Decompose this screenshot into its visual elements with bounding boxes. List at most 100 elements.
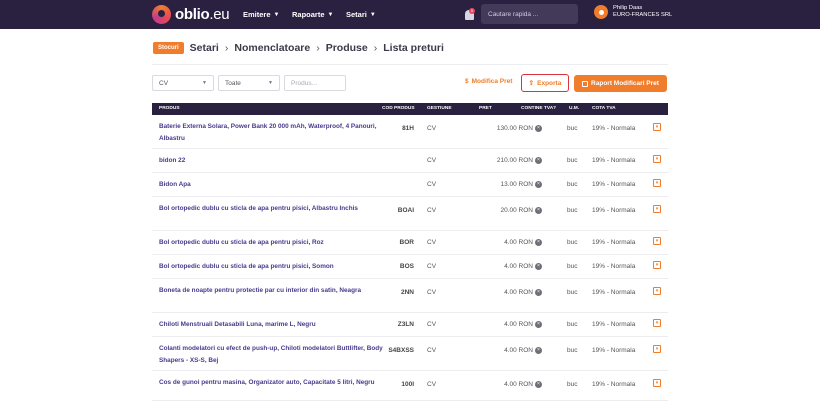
- table-body: Baterie Externa Solara, Power Bank 20 00…: [152, 115, 668, 401]
- edit-price-button[interactable]: ▾: [653, 155, 661, 163]
- edit-price-button[interactable]: ▾: [653, 237, 661, 245]
- chevron-down-icon: ▼: [202, 80, 207, 86]
- vat-excluded-icon: ×: [535, 181, 542, 188]
- table-row[interactable]: Bidon Apa CV 13.00 RON × buc 19% - Normala ▾: [152, 173, 668, 197]
- edit-icon: ▾: [655, 206, 659, 212]
- product-name-link[interactable]: bidon 22: [159, 155, 385, 167]
- edit-price-button[interactable]: ▾: [653, 123, 661, 131]
- product-um: buc: [567, 263, 578, 270]
- user-menu[interactable]: Philip Daas EURO-FRANCES SRL: [594, 5, 672, 19]
- avatar: [594, 5, 608, 19]
- notification-badge: 0: [469, 8, 475, 14]
- edit-price-button[interactable]: ▾: [653, 287, 661, 295]
- product-price: 4.00 RON: [504, 289, 533, 296]
- product-gestiune: CV: [427, 157, 437, 164]
- product-code: BOAI: [397, 207, 414, 214]
- table-row[interactable]: Boneta de noapte pentru protectie par cu…: [152, 279, 668, 313]
- chevron-down-icon: ▼: [327, 11, 334, 18]
- product-um: buc: [567, 125, 578, 132]
- table-row[interactable]: bidon 22 CV 210.00 RON × buc 19% - Normala ▾: [152, 149, 668, 173]
- table-row[interactable]: Bol ortopedic dublu cu sticla de apa pen…: [152, 197, 668, 231]
- table-row[interactable]: Baterie Externa Solara, Power Bank 20 00…: [152, 115, 668, 149]
- divider: [152, 64, 668, 65]
- header-gestiune[interactable]: GESTIUNE: [427, 106, 452, 111]
- table-row[interactable]: Chiloti Menstruali Detasabili Luna, mari…: [152, 313, 668, 337]
- product-name-link[interactable]: Chiloti Menstruali Detasabili Luna, mari…: [159, 319, 385, 331]
- edit-price-button[interactable]: ▾: [653, 179, 661, 187]
- modify-price-button[interactable]: $ Modifica Pret: [465, 78, 512, 85]
- header-price[interactable]: PRET: [479, 106, 492, 111]
- product-gestiune: CV: [427, 263, 437, 270]
- product-name-link[interactable]: Bidon Apa: [159, 179, 385, 191]
- price-change-report-button[interactable]: Raport Modificari Pret: [574, 75, 667, 92]
- product-name-link[interactable]: Cos de gunoi pentru masina, Organizator …: [159, 377, 385, 389]
- table-row[interactable]: Bol ortopedic dublu cu sticla de apa pen…: [152, 255, 668, 279]
- edit-icon: ▾: [655, 288, 659, 294]
- user-company: EURO-FRANCES SRL: [613, 12, 673, 18]
- table-row[interactable]: Colanti modelatori cu efect de push-up, …: [152, 337, 668, 371]
- product-code: 2NN: [400, 289, 414, 296]
- breadcrumb-item-nomenclatoare[interactable]: Nomenclatoare: [234, 42, 310, 54]
- product-name-link[interactable]: Colanti modelatori cu efect de push-up, …: [159, 343, 385, 367]
- header-contains-vat[interactable]: CONTINE TVA?: [521, 106, 556, 111]
- product-name-link[interactable]: Bol ortopedic dublu cu sticla de apa pen…: [159, 203, 385, 215]
- gestiune-select[interactable]: CV ▼: [152, 75, 214, 91]
- product-code: Z3LN: [397, 321, 414, 328]
- nav-item-setari[interactable]: Setari ▼: [346, 0, 376, 29]
- edit-price-button[interactable]: ▾: [653, 345, 661, 353]
- logo-text: oblio.eu: [175, 6, 230, 23]
- user-export-icon: ⇪: [528, 80, 535, 87]
- product-um: buc: [567, 381, 578, 388]
- product-name-link[interactable]: Boneta de noapte pentru protectie par cu…: [159, 285, 385, 297]
- product-vat-rate: 19% - Normala: [592, 239, 636, 246]
- logo-mark-icon: [152, 5, 171, 24]
- edit-price-button[interactable]: ▾: [653, 261, 661, 269]
- vat-excluded-icon: ×: [535, 347, 542, 354]
- module-tag[interactable]: Stocuri: [153, 42, 184, 54]
- product-name-link[interactable]: Baterie Externa Solara, Power Bank 20 00…: [159, 121, 385, 145]
- product-name-link[interactable]: Bol ortopedic dublu cu sticla de apa pen…: [159, 261, 385, 273]
- product-name-link[interactable]: Bol ortopedic dublu cu sticla de apa pen…: [159, 237, 385, 249]
- nav-item-rapoarte[interactable]: Rapoarte ▼: [292, 0, 333, 29]
- product-code: 81H: [402, 125, 414, 132]
- product-filter-input[interactable]: [284, 75, 346, 91]
- nav-item-emitere[interactable]: Emitere ▼: [243, 0, 279, 29]
- breadcrumb-item-setari[interactable]: Setari: [190, 42, 219, 54]
- edit-price-button[interactable]: ▾: [653, 205, 661, 213]
- report-label: Raport Modificari Pret: [591, 80, 659, 87]
- quick-search-input[interactable]: [481, 4, 578, 24]
- chevron-down-icon: ▼: [268, 80, 273, 86]
- table-row[interactable]: Bol ortopedic dublu cu sticla de apa pen…: [152, 231, 668, 255]
- header-code[interactable]: COD PRODUS: [382, 106, 415, 111]
- product-code: BOR: [399, 239, 414, 246]
- notification-bell[interactable]: 0: [465, 8, 475, 20]
- product-price: 4.00 RON: [504, 321, 533, 328]
- dollar-icon: $: [465, 78, 469, 85]
- product-vat-rate: 19% - Normala: [592, 263, 636, 270]
- breadcrumb-separator-icon: ›: [316, 42, 320, 54]
- product-price: 4.00 RON: [504, 239, 533, 246]
- logo[interactable]: oblio.eu: [152, 5, 230, 24]
- vat-excluded-icon: ×: [535, 157, 542, 164]
- header-product[interactable]: PRODUS: [159, 106, 180, 111]
- edit-price-button[interactable]: ▾: [653, 379, 661, 387]
- breadcrumb-item-produse[interactable]: Produse: [326, 42, 368, 54]
- header-um[interactable]: U.M.: [569, 106, 579, 111]
- product-price: 4.00 RON: [504, 347, 533, 354]
- product-vat-rate: 19% - Normala: [592, 181, 636, 188]
- product-um: buc: [567, 347, 578, 354]
- product-price: 13.00 RON: [500, 181, 533, 188]
- edit-price-button[interactable]: ▾: [653, 319, 661, 327]
- product-um: buc: [567, 321, 578, 328]
- product-vat-rate: 19% - Normala: [592, 289, 636, 296]
- table-row[interactable]: Cos de gunoi pentru masina, Organizator …: [152, 371, 668, 401]
- gestiune-select-value: CV: [159, 79, 169, 87]
- type-select[interactable]: Toate ▼: [218, 75, 280, 91]
- export-button[interactable]: ⇪ Exporta: [521, 74, 569, 92]
- user-info: Philip Daas EURO-FRANCES SRL: [613, 5, 672, 19]
- vat-excluded-icon: ×: [535, 125, 542, 132]
- product-code: S4BXSS: [388, 347, 414, 354]
- product-code: 100I: [401, 381, 414, 388]
- breadcrumb-separator-icon: ›: [224, 42, 229, 54]
- header-vat-rate[interactable]: COTA TVA: [592, 106, 616, 111]
